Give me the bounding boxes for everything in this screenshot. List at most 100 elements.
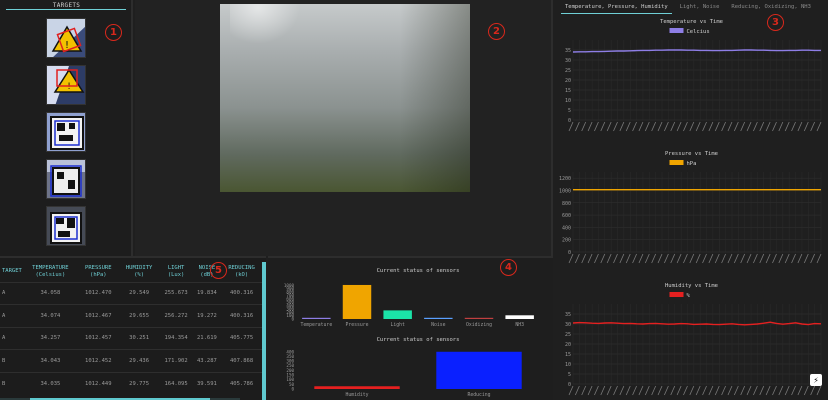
x-tick-label <box>644 121 650 132</box>
column-header-label: TEMPERATURE <box>32 264 69 271</box>
tab-reducing-oxidizing-nh3[interactable]: Reducing, Oxidizing, NH3 <box>727 2 814 14</box>
column-header-label: TARGET <box>2 268 22 275</box>
x-tick-label <box>676 253 682 264</box>
x-tick-label <box>733 385 739 396</box>
x-tick-label <box>702 253 707 264</box>
table-cell: 29.775 <box>118 371 160 395</box>
table-cell: 34.074 <box>22 304 78 327</box>
table-cell: 1012.457 <box>77 326 119 350</box>
column-header-label: LIGHT <box>167 264 185 271</box>
x-tick-label <box>791 121 796 132</box>
x-tick-label <box>600 253 606 264</box>
x-tick-label <box>708 121 714 132</box>
table-row[interactable]: A 34.257 1012.457 30.251 194.354 21.619 405.77… <box>0 326 262 350</box>
table-cell: 256.272 <box>159 304 193 327</box>
x-tick-label <box>740 385 746 396</box>
x-tick-label: NH3 <box>515 322 524 328</box>
y-tick-label: 400 <box>562 225 571 231</box>
column-header-unit: (hPa) <box>90 271 107 278</box>
x-tick-label <box>581 253 587 264</box>
x-tick-label <box>765 121 771 132</box>
target-thumbnail[interactable] <box>46 159 86 199</box>
chart-legend[interactable]: Celcius <box>669 28 710 35</box>
table-cell: 194.354 <box>159 326 193 350</box>
badge-3: 3 <box>767 14 784 31</box>
x-tick-label <box>708 253 714 264</box>
legend-swatch <box>669 28 684 33</box>
x-tick-label <box>797 253 803 264</box>
x-tick-label <box>772 121 777 132</box>
y-tick-label: 0 <box>568 382 571 388</box>
x-tick-label <box>600 121 606 132</box>
x-tick-label <box>587 385 593 396</box>
y-tick-label: 0 <box>568 250 571 256</box>
table-row[interactable]: A 34.074 1012.467 29.655 256.272 19.272 400.31… <box>0 304 262 327</box>
y-tick-label: 200 <box>562 238 571 244</box>
table-vertical-scrollbar[interactable] <box>262 262 266 400</box>
y-tick-label: 600 <box>562 213 571 219</box>
column-header-unit: (Lux) <box>167 271 185 278</box>
tab-temperature-pressure-humidity[interactable]: Temperature, Pressure, Humidity <box>561 2 672 14</box>
x-tick-label <box>721 121 726 132</box>
bar <box>383 310 412 319</box>
chart-legend[interactable]: % <box>669 292 691 299</box>
table-row[interactable]: B 34.043 1012.452 29.436 171.902 43.287 407.86… <box>0 349 262 372</box>
table-row[interactable]: B 34.035 1012.449 29.775 164.095 39.591 405.78… <box>0 371 262 395</box>
y-tick-label: 0 <box>291 387 294 392</box>
y-tick-label: 20 <box>565 78 571 84</box>
x-tick-label <box>581 121 587 132</box>
x-tick-label <box>594 253 599 264</box>
dashboard: TARGETS ! ! Temperature, Pressure, Humid… <box>0 0 828 400</box>
x-tick-label <box>791 385 796 396</box>
x-tick-label <box>632 121 637 132</box>
table-cell: 1012.470 <box>77 281 119 305</box>
x-tick-label <box>708 385 714 396</box>
x-tick-label <box>816 253 822 264</box>
y-tick-label: 300 <box>286 359 294 364</box>
x-tick-label <box>810 121 816 132</box>
y-tick-label: 20 <box>565 342 571 348</box>
x-tick-label <box>753 385 758 396</box>
column-header-label: PRESSURE <box>85 264 112 271</box>
target-thumbnail[interactable]: ! <box>46 65 86 105</box>
x-tick-label <box>689 385 695 396</box>
y-tick-label: 5 <box>568 372 571 378</box>
column-header: REDUCING (kO) <box>221 262 262 282</box>
x-tick-label <box>670 253 676 264</box>
x-tick-label <box>803 121 809 132</box>
badge-2: 2 <box>488 23 505 40</box>
x-tick-label <box>600 385 606 396</box>
x-tick-label <box>574 121 580 132</box>
bar <box>505 315 534 319</box>
x-tick-label: Temperature <box>300 322 332 328</box>
chart-legend[interactable]: hPa <box>669 160 697 167</box>
table-cell: A <box>0 281 23 305</box>
x-tick-label <box>727 253 733 264</box>
x-tick-label <box>759 385 765 396</box>
x-tick-label: Reducing <box>467 392 490 398</box>
status-chart-humidity-reducing: Current status of sensors 0 50 100 150 200 250… <box>268 333 548 400</box>
x-tick-label <box>765 385 771 396</box>
target-thumbnail[interactable]: ! <box>46 18 86 58</box>
x-tick-label <box>695 253 701 264</box>
x-tick-label <box>664 385 669 396</box>
bolt-icon[interactable]: ⚡ <box>810 374 822 386</box>
y-tick-label: 50 <box>289 382 295 387</box>
x-tick-label <box>816 385 822 396</box>
column-header-unit: (%) <box>134 271 145 278</box>
table-row[interactable]: A 34.058 1012.470 29.549 255.673 19.834 400.31… <box>0 281 262 305</box>
series-line <box>572 321 822 326</box>
table-cell: 43.287 <box>192 349 222 372</box>
target-thumbnail[interactable] <box>46 112 86 152</box>
chart-title: Pressure vs Time <box>665 151 718 157</box>
y-tick-label: 0 <box>568 118 571 124</box>
x-tick-label <box>759 253 765 264</box>
table-cell: 1012.467 <box>77 304 119 327</box>
y-tick-label: 10 <box>565 362 571 368</box>
tab-light-noise[interactable]: Light, Noise <box>676 2 724 14</box>
y-tick-label: 15 <box>565 88 571 94</box>
target-thumbnail[interactable] <box>46 206 86 246</box>
x-tick-label <box>638 121 644 132</box>
chart-title: Current status of sensors <box>377 337 460 343</box>
table-cell: 164.095 <box>159 371 193 395</box>
